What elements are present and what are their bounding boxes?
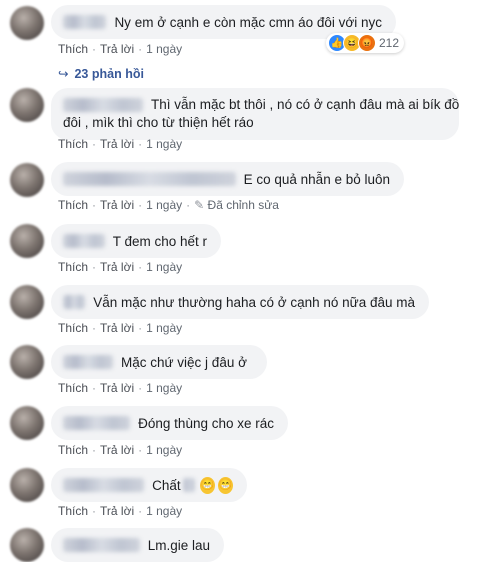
avatar[interactable] bbox=[10, 88, 44, 122]
reply-link[interactable]: Trả lời bbox=[100, 137, 134, 151]
commenter-name-blurred[interactable] bbox=[63, 172, 236, 186]
view-replies-link[interactable]: ↩ 23 phản hồi bbox=[58, 66, 144, 81]
reply-link[interactable]: Trả lời bbox=[100, 260, 134, 274]
timestamp[interactable]: 1 ngày bbox=[146, 321, 182, 335]
edited-label[interactable]: Đã chỉnh sửa bbox=[208, 198, 279, 212]
comment-actions: Thích · Trả lời · 1 ngày bbox=[58, 381, 183, 395]
comment-bubble: Đóng thùng cho xe rác bbox=[51, 406, 288, 440]
comment-actions: Thích · Trả lời · 1 ngày bbox=[58, 260, 183, 274]
reply-link[interactable]: Trả lời bbox=[100, 504, 134, 518]
comment-actions: Thích · Trả lời · 1 ngày bbox=[58, 504, 183, 518]
like-link[interactable]: Thích bbox=[58, 443, 88, 457]
comment-bubble: Vẫn mặc như thường haha có ở cạnh nó nữa… bbox=[51, 285, 429, 319]
avatar[interactable] bbox=[10, 285, 44, 319]
comment-bubble: E co quả nhẫn e bỏ luôn bbox=[51, 162, 404, 196]
like-link[interactable]: Thích bbox=[58, 198, 88, 212]
timestamp[interactable]: 1 ngày bbox=[146, 381, 182, 395]
timestamp[interactable]: 1 ngày bbox=[146, 443, 182, 457]
comment-actions: Thích · Trả lời · 1 ngày bbox=[58, 42, 183, 56]
comment-bubble: T đem cho hết r bbox=[51, 224, 221, 258]
commenter-name-blurred[interactable] bbox=[63, 478, 145, 492]
angry-icon: 😡 bbox=[358, 34, 376, 52]
comment-actions: Thích · Trả lời · 1 ngày bbox=[58, 443, 183, 457]
like-link[interactable]: Thích bbox=[58, 381, 88, 395]
commenter-name-blurred[interactable] bbox=[63, 295, 86, 309]
timestamp[interactable]: 1 ngày bbox=[146, 198, 182, 212]
timestamp[interactable]: 1 ngày bbox=[146, 137, 182, 151]
reply-link[interactable]: Trả lời bbox=[100, 42, 134, 56]
like-link[interactable]: Thích bbox=[58, 504, 88, 518]
like-link[interactable]: Thích bbox=[58, 260, 88, 274]
blurred-word bbox=[182, 478, 196, 492]
reply-arrow-icon: ↩ bbox=[58, 67, 69, 81]
comment-bubble: Mặc chứ việc j đâu ở bbox=[51, 345, 267, 379]
comment-text: Vẫn mặc như thường haha có ở cạnh nó nữa… bbox=[93, 294, 415, 310]
reply-link[interactable]: Trả lời bbox=[100, 443, 134, 457]
comment-text: Ny em ở cạnh e còn mặc cmn áo đôi với ny… bbox=[114, 14, 382, 30]
timestamp[interactable]: 1 ngày bbox=[146, 42, 182, 56]
grinning-face-icon: 😁 bbox=[200, 476, 216, 494]
comment-text: Đóng thùng cho xe rác bbox=[138, 415, 274, 431]
avatar[interactable] bbox=[10, 224, 44, 258]
replies-count: 23 phản hồi bbox=[74, 67, 144, 81]
commenter-name-blurred[interactable] bbox=[63, 355, 113, 369]
comment-text: Lm.gie lau bbox=[147, 537, 210, 553]
avatar[interactable] bbox=[10, 406, 44, 440]
avatar[interactable] bbox=[10, 468, 44, 502]
commenter-name-blurred[interactable] bbox=[63, 538, 140, 552]
reply-link[interactable]: Trả lời bbox=[100, 321, 134, 335]
reaction-count: 212 bbox=[379, 36, 400, 50]
like-link[interactable]: Thích bbox=[58, 42, 88, 56]
comment-text: T đem cho hết r bbox=[112, 233, 207, 249]
avatar[interactable] bbox=[10, 528, 44, 562]
comment-actions: Thích · Trả lời · 1 ngày bbox=[58, 137, 183, 151]
commenter-name-blurred[interactable] bbox=[63, 15, 107, 29]
avatar[interactable] bbox=[10, 345, 44, 379]
pencil-icon: ✎ bbox=[194, 198, 205, 212]
comment-bubble: Thì vẫn mặc bt thôi , nó có ở cạnh đâu m… bbox=[51, 88, 459, 140]
like-link[interactable]: Thích bbox=[58, 321, 88, 335]
comment-text: Mặc chứ việc j đâu ở bbox=[121, 354, 247, 370]
avatar[interactable] bbox=[10, 163, 44, 197]
timestamp[interactable]: 1 ngày bbox=[146, 260, 182, 274]
like-link[interactable]: Thích bbox=[58, 137, 88, 151]
comment-bubble: Lm.gie lau bbox=[51, 528, 224, 562]
commenter-name-blurred[interactable] bbox=[63, 416, 131, 430]
reply-link[interactable]: Trả lời bbox=[100, 381, 134, 395]
timestamp[interactable]: 1 ngày bbox=[146, 504, 182, 518]
reactions-summary[interactable]: 👍 😆 😡 212 bbox=[326, 33, 405, 53]
comment-text: E co quả nhẫn e bỏ luôn bbox=[243, 171, 390, 187]
reply-link[interactable]: Trả lời bbox=[100, 198, 134, 212]
grinning-face-icon: 😁 bbox=[218, 476, 234, 494]
comment-text: Chất bbox=[152, 477, 181, 493]
comment-text: Thì vẫn mặc bt thôi , nó có ở cạnh đâu m… bbox=[63, 97, 460, 130]
comment-actions: Thích · Trả lời · 1 ngày · ✎ Đã chỉnh sửa bbox=[58, 198, 279, 212]
avatar[interactable] bbox=[10, 6, 44, 40]
comment-bubble: Chất 😁 😁 bbox=[51, 468, 247, 502]
commenter-name-blurred[interactable] bbox=[63, 234, 105, 248]
comment-actions: Thích · Trả lời · 1 ngày bbox=[58, 321, 183, 335]
commenter-name-blurred[interactable] bbox=[63, 98, 143, 113]
